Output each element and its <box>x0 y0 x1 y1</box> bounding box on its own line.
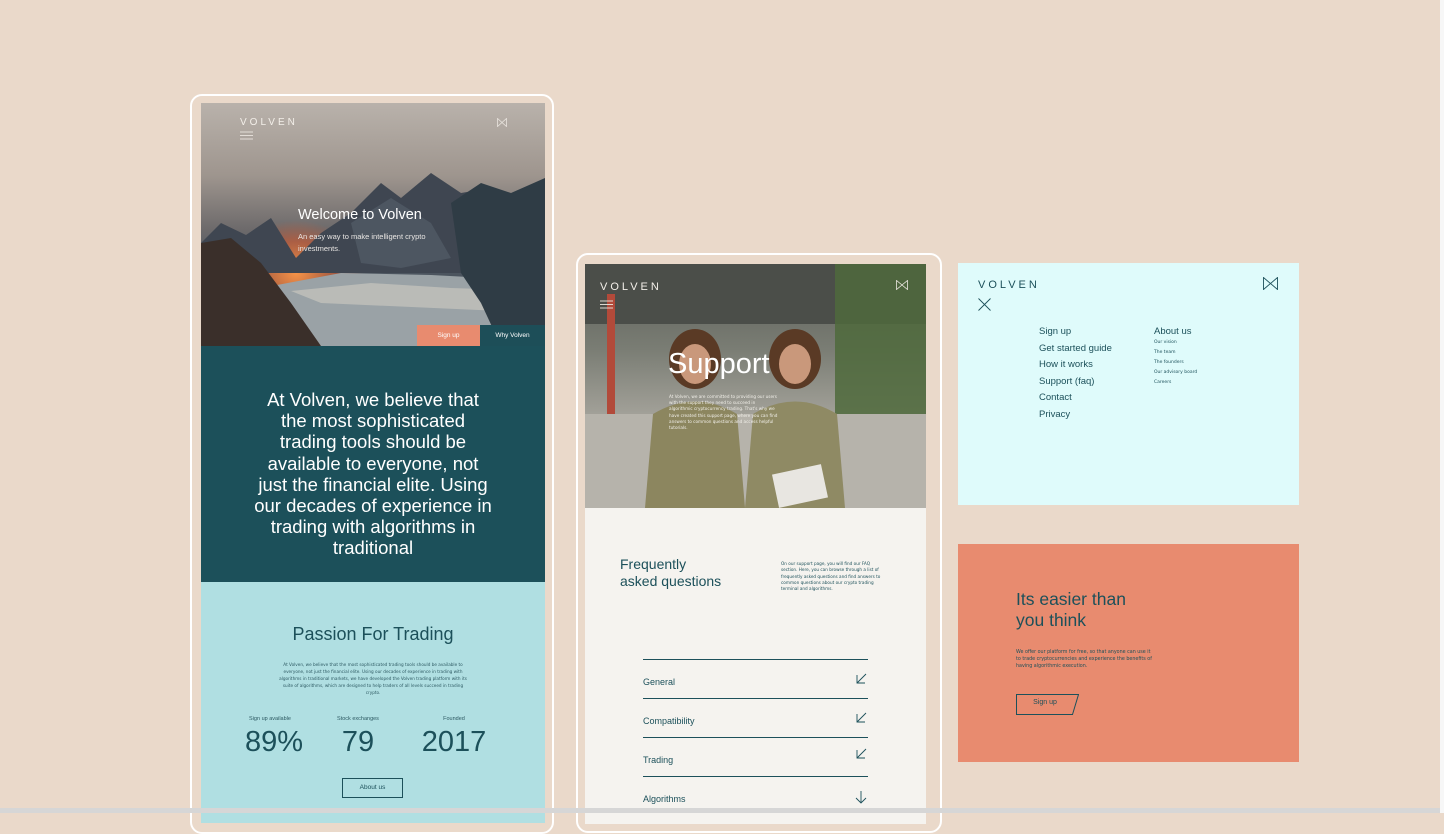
signup-button[interactable]: Sign up <box>417 325 480 346</box>
volven-logo-icon <box>896 280 908 290</box>
hero-subtitle: An easy way to make intelligent crypto i… <box>298 232 426 253</box>
stat-label: Stock exchanges <box>337 716 379 722</box>
promo-card: Its easier than you think We offer our p… <box>958 544 1299 762</box>
faq-item-trading[interactable]: Trading <box>643 737 868 776</box>
brand-logo[interactable]: VOLVEN <box>240 117 298 128</box>
menu-item-get-started[interactable]: Get started guide <box>1039 341 1112 358</box>
home-hero: VOLVEN Welcome to Volven An easy way to … <box>201 103 545 346</box>
faq-list: General Compatibility Trading Algorithms <box>643 659 868 815</box>
belief-section: At Volven, we believe that the most soph… <box>201 346 545 582</box>
hero-title: Welcome to Volven <box>298 207 422 223</box>
passion-text: At Volven, we believe that the most soph… <box>279 662 467 695</box>
arrow-down-left-icon <box>856 712 867 723</box>
brand-logo[interactable]: VOLVEN <box>978 279 1040 291</box>
close-icon[interactable] <box>978 298 991 311</box>
belief-text: At Volven, we believe that the most soph… <box>254 389 492 559</box>
volven-logo-icon <box>1263 277 1278 290</box>
support-title: Support <box>668 348 770 380</box>
menu-subitem-team[interactable]: The team <box>1154 348 1197 358</box>
menu-item-support[interactable]: Support (faq) <box>1039 374 1112 391</box>
canvas-edge <box>1440 0 1444 813</box>
arrow-down-icon <box>855 791 867 804</box>
stat-exchanges: Stock exchanges 79 <box>332 716 384 759</box>
faq-item-label: Compatibility <box>643 716 695 726</box>
stat-label: Sign up available <box>249 716 291 722</box>
support-hero-image <box>585 264 926 508</box>
menu-item-privacy[interactable]: Privacy <box>1039 407 1112 424</box>
promo-title-line: Its easier than <box>1016 589 1126 609</box>
promo-title: Its easier than you think <box>1016 589 1126 631</box>
stat-value: 89% <box>245 726 304 758</box>
menu-overlay: VOLVEN Sign up Get started guide How it … <box>958 263 1299 505</box>
stat-founded: Founded 2017 <box>421 716 487 759</box>
brand-logo[interactable]: VOLVEN <box>600 281 662 293</box>
faq-item-general[interactable]: General <box>643 659 868 698</box>
canvas-edge <box>0 808 1440 813</box>
faq-item-label: General <box>643 677 676 687</box>
hamburger-icon[interactable] <box>240 131 253 140</box>
passion-title: Passion For Trading <box>292 624 454 644</box>
promo-text: We offer our platform for free, so that … <box>1016 650 1152 669</box>
support-screen: VOLVEN Support At Volven, we are committ… <box>585 264 926 824</box>
home-screen: VOLVEN Welcome to Volven An easy way to … <box>201 103 545 823</box>
menu-subitem-founders[interactable]: The founders <box>1154 358 1197 368</box>
menu-main-list: Sign up Get started guide How it works S… <box>1039 324 1112 423</box>
support-hero: VOLVEN Support At Volven, we are committ… <box>585 264 926 508</box>
support-hero-text: At Volven, we are committed to providing… <box>669 394 778 431</box>
menu-item-how-it-works[interactable]: How it works <box>1039 357 1112 374</box>
stat-signup: Sign up available 89% <box>245 716 304 759</box>
promo-signup-button[interactable]: Sign up <box>1016 694 1079 715</box>
stat-label: Founded <box>443 716 465 722</box>
menu-subitem-careers[interactable]: Careers <box>1154 378 1197 388</box>
promo-signup-label: Sign up <box>1033 699 1057 706</box>
faq-item-label: Trading <box>643 755 674 765</box>
about-us-button[interactable]: About us <box>342 778 403 798</box>
promo-title-line: you think <box>1016 610 1087 630</box>
faq-title-line: Frequently <box>620 556 687 572</box>
arrow-down-left-icon <box>856 673 867 684</box>
menu-subitem-advisory-board[interactable]: Our advisory board <box>1154 368 1197 378</box>
faq-title-line: asked questions <box>620 573 722 589</box>
menu-item-signup[interactable]: Sign up <box>1039 324 1112 341</box>
stat-value: 79 <box>341 726 375 758</box>
passion-section: Passion For Trading At Volven, we believ… <box>201 582 545 823</box>
arrow-down-left-icon <box>856 748 867 759</box>
stat-value: 2017 <box>421 726 487 758</box>
faq-title: Frequently asked questions <box>620 556 721 590</box>
faq-item-label: Algorithms <box>643 794 686 804</box>
volven-logo-icon <box>497 118 507 127</box>
menu-about-list: About us Our vision The team The founder… <box>1154 324 1197 388</box>
why-volven-button[interactable]: Why Volven <box>480 325 545 346</box>
faq-description: On our support page, you will find our F… <box>781 561 881 592</box>
menu-item-contact[interactable]: Contact <box>1039 390 1112 407</box>
faq-item-compatibility[interactable]: Compatibility <box>643 698 868 737</box>
hamburger-icon[interactable] <box>600 300 613 309</box>
